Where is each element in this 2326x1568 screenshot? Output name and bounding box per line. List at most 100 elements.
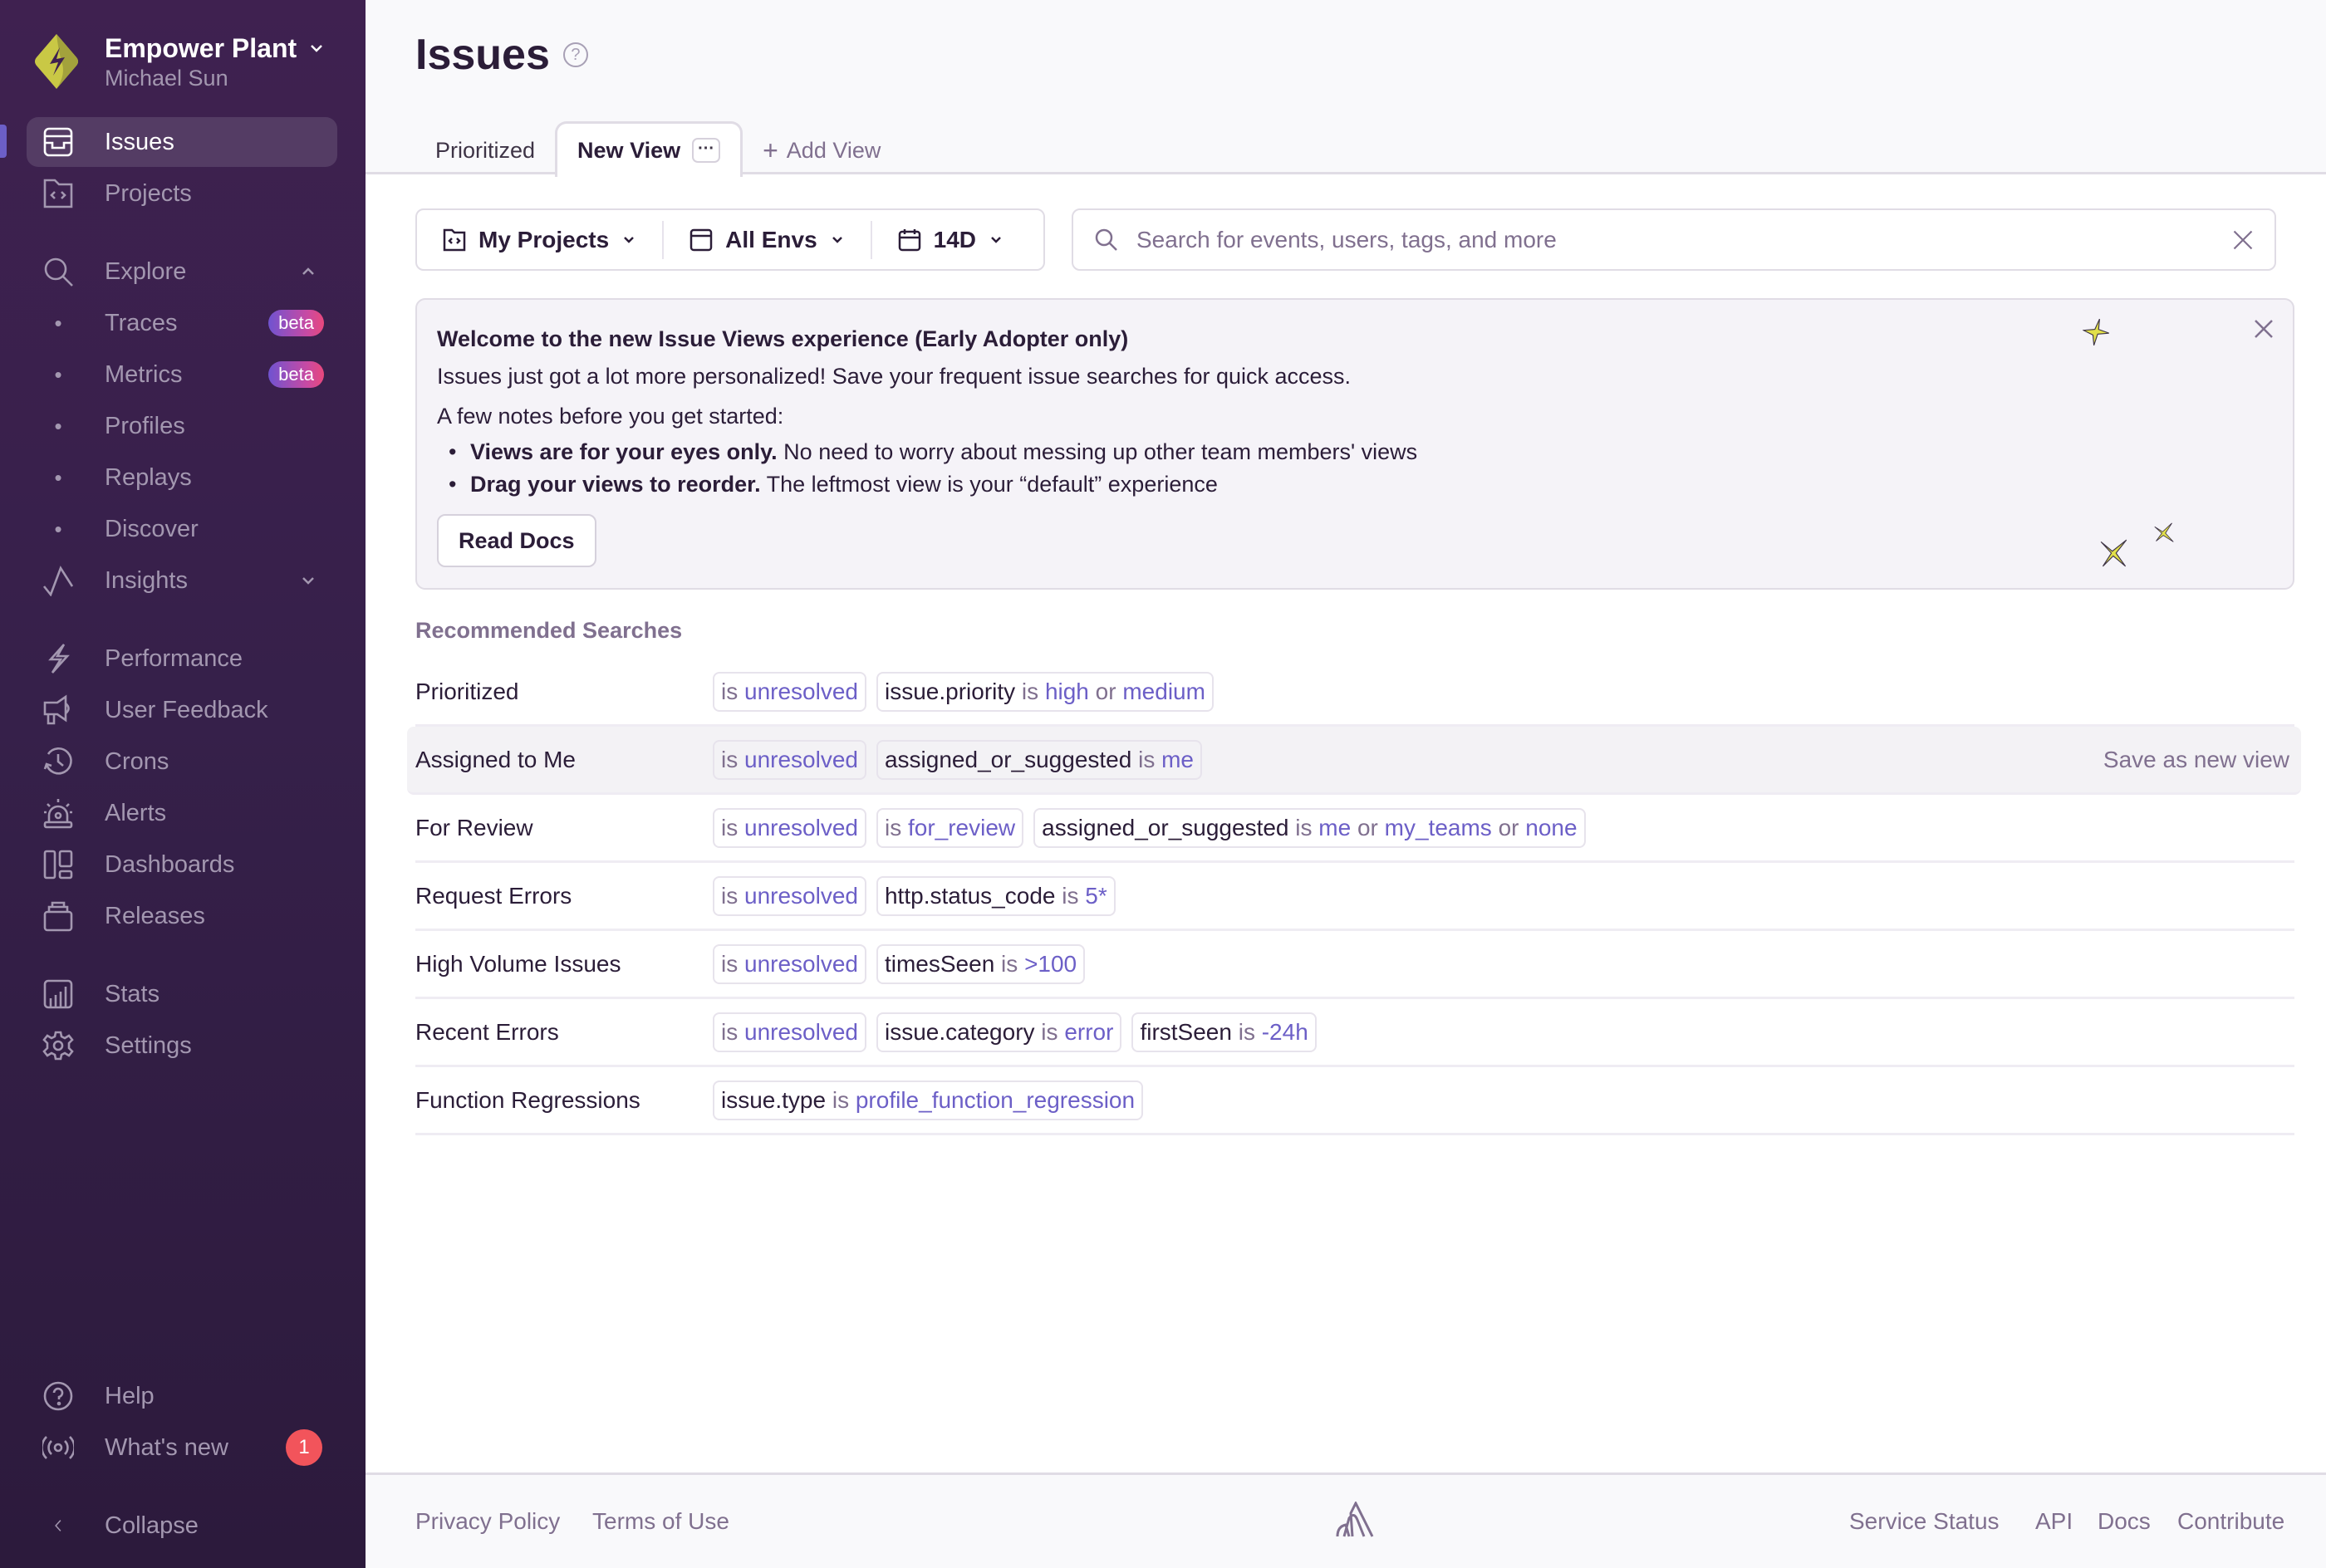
projects-folder-icon <box>443 228 466 251</box>
recommended-search-row[interactable]: Function Regressions issue.type is profil… <box>415 1067 2294 1135</box>
megaphone-icon <box>42 693 75 727</box>
sidebar-item-settings[interactable]: Settings <box>27 1021 337 1071</box>
bullet-icon: • <box>54 361 62 387</box>
token-op: is <box>994 950 1025 977</box>
sidebar-item-issues[interactable]: Issues <box>27 117 337 167</box>
date-filter-label: 14D <box>933 226 977 252</box>
recommended-search-row[interactable]: Request Errors is unresolved http.status_c… <box>415 863 2294 931</box>
sidebar-item-help[interactable]: Help <box>27 1371 337 1421</box>
api-link[interactable]: API <box>2035 1508 2073 1535</box>
date-filter-dropdown[interactable]: 14D <box>870 220 1029 259</box>
read-docs-button[interactable]: Read Docs <box>437 514 596 567</box>
token-val: unresolved <box>744 1018 858 1045</box>
org-switcher[interactable]: Empower Plant Michael Sun <box>33 32 325 91</box>
terms-of-use-link[interactable]: Terms of Use <box>592 1508 729 1535</box>
main-content: Issues ? Prioritized New View ··· + Add … <box>366 0 2326 1568</box>
sidebar-item-explore[interactable]: Explore <box>27 247 337 296</box>
recommended-search-row[interactable]: Recent Errors is unresolved issue.category… <box>415 999 2294 1067</box>
token-op: is <box>721 746 744 772</box>
note-bold: Drag your views to reorder. <box>470 472 761 497</box>
tab-prioritized[interactable]: Prioritized <box>415 124 555 177</box>
sidebar-item-label: Issues <box>105 128 174 155</box>
close-icon[interactable] <box>2251 316 2276 341</box>
recommended-search-row[interactable]: For Review is unresolved is for_review assi… <box>415 795 2294 863</box>
token-op: is <box>1288 814 1319 840</box>
search-tokens: issue.type is profile_function_regressio… <box>713 1080 1144 1120</box>
sidebar-item-whats-new[interactable]: What's new 1 <box>27 1423 337 1472</box>
tab-label: Prioritized <box>435 137 536 163</box>
docs-link[interactable]: Docs <box>2098 1508 2151 1535</box>
sidebar-item-insights[interactable]: Insights <box>27 556 337 605</box>
sidebar-item-profiles[interactable]: • Profiles <box>27 401 337 451</box>
tab-new-view[interactable]: New View ··· <box>555 121 743 177</box>
bullet-icon: • <box>54 516 62 541</box>
privacy-policy-link[interactable]: Privacy Policy <box>415 1508 560 1535</box>
token-val: unresolved <box>744 882 858 909</box>
banner-notes-list: Views are for your eyes only. No need to… <box>437 436 2273 501</box>
service-status-link[interactable]: Service Status <box>1849 1508 2000 1535</box>
sidebar-item-alerts[interactable]: Alerts <box>27 788 337 838</box>
insights-icon <box>42 564 75 597</box>
token-key: firstSeen <box>1140 1018 1232 1045</box>
recommended-searches-heading: Recommended Searches <box>415 618 683 643</box>
notification-count-badge: 1 <box>286 1429 322 1466</box>
sidebar-item-crons[interactable]: Crons <box>27 737 337 786</box>
sidebar-item-replays[interactable]: • Replays <box>27 453 337 502</box>
token-op: is <box>721 950 744 977</box>
sidebar-item-label: Performance <box>105 644 243 672</box>
footer: Privacy Policy Terms of Use Service Stat… <box>366 1472 2326 1568</box>
token-op: is <box>1231 1018 1262 1045</box>
token-val: none <box>1525 814 1578 840</box>
token-key: assigned_or_suggested <box>884 746 1132 772</box>
sidebar-item-metrics[interactable]: • Metrics beta <box>27 350 337 399</box>
sidebar-item-performance[interactable]: Performance <box>27 634 337 684</box>
contribute-link[interactable]: Contribute <box>2177 1508 2284 1535</box>
sentry-logo-icon <box>1336 1502 1374 1537</box>
issue-search-bar <box>1072 208 2276 271</box>
sidebar-item-label: Settings <box>105 1031 192 1059</box>
token-op: or <box>1088 678 1123 704</box>
recommended-search-row[interactable]: High Volume Issues is unresolved timesSeen… <box>415 931 2294 999</box>
sidebar-item-label: User Feedback <box>105 696 268 723</box>
recommended-search-row[interactable]: Prioritized is unresolved issue.priority i… <box>415 659 2294 727</box>
clock-history-icon <box>42 745 75 778</box>
sidebar-item-traces[interactable]: • Traces beta <box>27 298 337 348</box>
user-name: Michael Sun <box>105 66 228 91</box>
sidebar-item-label: Crons <box>105 747 169 775</box>
sidebar-item-user-feedback[interactable]: User Feedback <box>27 685 337 735</box>
sidebar-item-releases[interactable]: Releases <box>27 891 337 941</box>
recommended-searches-list: Prioritized is unresolved issue.priority i… <box>407 659 2301 1135</box>
environment-filter-label: All Envs <box>725 226 817 252</box>
tab-label: New View <box>577 137 681 163</box>
org-logo-icon <box>35 34 78 89</box>
window-icon <box>689 228 713 251</box>
sidebar-collapse-button[interactable]: Collapse <box>27 1501 337 1551</box>
page-filters: My Projects All Envs 14D <box>415 208 1045 271</box>
sidebar-item-projects[interactable]: Projects <box>27 169 337 218</box>
add-view-button[interactable]: + Add View <box>743 124 900 177</box>
sidebar-item-dashboards[interactable]: Dashboards <box>27 840 337 889</box>
environment-filter-dropdown[interactable]: All Envs <box>662 220 870 259</box>
search-tokens: is unresolved issue.category is error firs… <box>713 1012 1317 1052</box>
token-val: for_review <box>907 814 1016 840</box>
search-tokens: is unresolved http.status_code is 5* <box>713 875 1116 916</box>
token-val: error <box>1064 1018 1114 1045</box>
save-as-new-view-button[interactable]: Save as new view <box>2103 747 2289 773</box>
sidebar-item-stats[interactable]: Stats <box>27 969 337 1019</box>
sidebar-item-discover[interactable]: • Discover <box>27 504 337 554</box>
project-filter-dropdown[interactable]: My Projects <box>417 210 662 269</box>
issue-search-input[interactable] <box>1136 226 2231 253</box>
calendar-icon <box>898 228 920 251</box>
clear-search-icon[interactable] <box>2231 228 2255 252</box>
project-filter-label: My Projects <box>478 226 610 252</box>
search-token: issue.category is error <box>876 1012 1122 1052</box>
siren-icon <box>42 796 75 830</box>
token-key: issue.type <box>721 1086 827 1113</box>
help-icon[interactable]: ? <box>562 42 588 67</box>
recommended-search-row[interactable]: Assigned to Me is unresolved assigned_or_s… <box>407 727 2301 795</box>
token-op: is <box>721 678 744 704</box>
chevron-down-icon <box>624 236 635 243</box>
token-val: medium <box>1122 678 1205 704</box>
tab-options-button[interactable]: ··· <box>692 138 721 163</box>
beta-badge: beta <box>268 310 324 336</box>
